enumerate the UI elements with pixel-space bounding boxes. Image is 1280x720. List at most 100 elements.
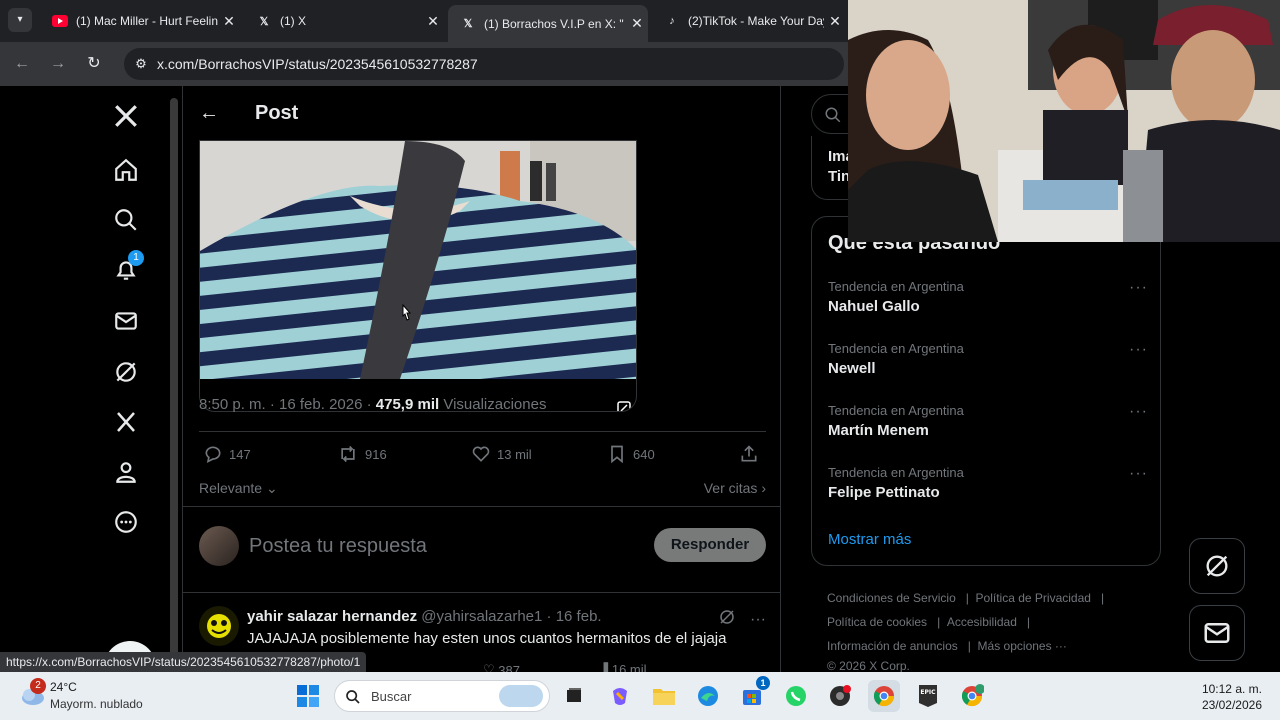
whatsapp-icon[interactable]	[780, 680, 812, 712]
clock-date: 23/02/2026	[1201, 698, 1262, 712]
trend-category: Tendencia en Argentina	[828, 465, 964, 480]
chevron-down-icon: ⌄	[265, 480, 278, 496]
trends-panel: Qué está pasando Tendencia en Argentina …	[811, 216, 1161, 566]
edge-browser-icon[interactable]	[692, 680, 724, 712]
reply-author: yahir salazar hernandez @yahirsalazarhe1…	[247, 608, 602, 625]
reply-bubble-icon	[205, 446, 221, 464]
left-scrollbar[interactable]	[168, 86, 180, 672]
reply-button[interactable]: Responder	[654, 528, 766, 562]
more-options-icon[interactable]: ···	[750, 611, 766, 629]
more-options-icon[interactable]	[108, 504, 144, 540]
reply-text: JAJAJAJA posiblemente hay esten unos cua…	[247, 630, 727, 647]
close-tab-icon[interactable]: ✕	[218, 13, 240, 30]
reply-input[interactable]: Postea tu respuesta	[249, 535, 427, 558]
reply-action[interactable]: 147	[203, 444, 251, 464]
divider	[199, 431, 766, 432]
home-icon[interactable]	[108, 152, 144, 188]
repost-action[interactable]: 916	[337, 444, 387, 464]
peek-text: Tin	[828, 168, 851, 185]
heart-icon	[472, 446, 490, 462]
url-bar[interactable]: ⚙ x.com/BorrachosVIP/status/202354561053…	[124, 48, 844, 80]
trend-category: Tendencia en Argentina	[828, 279, 964, 294]
weather-widget[interactable]: 2	[18, 678, 46, 713]
grok-icon[interactable]	[718, 608, 736, 631]
more-options-icon[interactable]: ···	[1129, 279, 1148, 297]
accessibility-link[interactable]: Accesibilidad	[947, 615, 1017, 629]
more-options-icon[interactable]: ···	[1129, 341, 1148, 359]
author-name[interactable]: yahir salazar hernandez	[247, 608, 417, 625]
back-arrow-icon[interactable]: ←	[10, 52, 34, 76]
trend-item[interactable]: Tendencia en Argentina Martín Menem ···	[828, 403, 1148, 453]
chrome-profile-icon[interactable]	[956, 680, 988, 712]
url-text: x.com/BorrachosVIP/status/20235456105327…	[157, 56, 478, 72]
tab-tiktok[interactable]: ♪ (2)TikTok - Make Your Day ✕	[652, 6, 846, 36]
post-photo[interactable]	[199, 140, 637, 412]
photo-tag-icon[interactable]	[610, 394, 636, 411]
avatar[interactable]	[199, 606, 239, 646]
ads-info-link[interactable]: Información de anuncios	[827, 639, 958, 653]
x-logo-icon[interactable]	[108, 98, 144, 134]
chrome-active-icon[interactable]	[868, 680, 900, 712]
trend-category: Tendencia en Argentina	[828, 341, 964, 356]
author-handle[interactable]: @yahirsalazarhe1 · 16 feb.	[421, 608, 601, 625]
bookmark-action[interactable]: 640	[607, 444, 655, 464]
file-explorer-icon[interactable]	[648, 680, 680, 712]
messages-mail-icon[interactable]	[108, 303, 144, 339]
more-options-icon[interactable]: ···	[1129, 465, 1148, 483]
post-header: ← Post	[183, 86, 780, 140]
premium-x-icon[interactable]	[108, 404, 144, 440]
tab-x-post-active[interactable]: 𝕏 (1) Borrachos V.I.P en X: " ✕	[448, 5, 648, 42]
profile-person-icon[interactable]	[108, 454, 144, 490]
trend-item[interactable]: Tendencia en Argentina Newell ···	[828, 341, 1148, 391]
grok-icon[interactable]	[108, 354, 144, 390]
copilot-icon[interactable]	[604, 680, 636, 712]
views-count: 475,9 mil	[375, 396, 440, 413]
explore-search-icon[interactable]	[108, 202, 144, 238]
reply-views-action[interactable]: ▐ 16 mil	[599, 662, 647, 672]
more-options-link[interactable]: Más opciones ···	[978, 639, 1067, 653]
close-tab-icon[interactable]: ✕	[422, 13, 444, 30]
tab-x-home[interactable]: 𝕏 (1) X ✕	[244, 6, 444, 36]
reply-like-action[interactable]: ♡ 387	[483, 662, 520, 672]
weather-desc: Mayorm. nublado	[50, 697, 143, 711]
reload-icon[interactable]: ↻	[82, 52, 106, 76]
tiktok-icon: ♪	[669, 15, 675, 27]
avatar[interactable]	[199, 526, 239, 566]
cookies-link[interactable]: Política de cookies	[827, 615, 927, 629]
grok-fab-button[interactable]	[1189, 538, 1245, 594]
show-more-link[interactable]: Mostrar más	[828, 531, 911, 548]
sort-dropdown[interactable]: Relevante ⌄	[199, 480, 278, 496]
terms-link[interactable]: Condiciones de Servicio	[827, 591, 956, 605]
tab-youtube[interactable]: (1) Mac Miller - Hurt Feelings ✕	[40, 6, 240, 36]
tab-title: (1) Borrachos V.I.P en X: "	[484, 16, 624, 31]
notifications-bell-icon[interactable]: 1	[108, 250, 144, 288]
chevron-right-icon: ›	[761, 480, 766, 496]
microsoft-store-icon[interactable]: 1	[736, 676, 770, 712]
right-scrollbar[interactable]	[1266, 242, 1280, 672]
more-options-icon[interactable]: ···	[1129, 403, 1148, 421]
windows-start-icon[interactable]	[292, 680, 324, 712]
forward-arrow-icon[interactable]: →	[46, 52, 70, 76]
epic-games-icon[interactable]: EPIC	[912, 680, 944, 712]
back-arrow-icon[interactable]: ←	[199, 102, 219, 125]
messages-fab-button[interactable]	[1189, 605, 1245, 661]
site-settings-icon[interactable]: ⚙	[132, 55, 150, 73]
search-icon	[346, 690, 360, 704]
trend-name: Nahuel Gallo	[828, 298, 920, 315]
recording-app-icon[interactable]	[824, 680, 856, 712]
share-action[interactable]	[739, 444, 765, 464]
system-clock[interactable]: 10:12 a. m. 23/02/2026	[1202, 681, 1262, 713]
trend-item[interactable]: Tendencia en Argentina Nahuel Gallo ···	[828, 279, 1148, 329]
trend-item[interactable]: Tendencia en Argentina Felipe Pettinato …	[828, 465, 1148, 515]
post-time[interactable]: 8:50 p. m. · 16 feb. 2026 ·	[199, 396, 376, 413]
taskbar-search-input[interactable]: Buscar	[334, 680, 550, 712]
reply-top-icons: ···	[718, 608, 766, 631]
close-tab-icon[interactable]: ✕	[626, 15, 648, 32]
task-view-icon[interactable]	[558, 680, 590, 712]
tab-search-button[interactable]: ▾	[8, 8, 32, 32]
privacy-link[interactable]: Política de Privacidad	[976, 591, 1091, 605]
view-quotes-link[interactable]: Ver citas ›	[704, 480, 766, 496]
like-action[interactable]: 13 mil	[471, 444, 532, 464]
post-actions: 147 916 13 mil 640	[199, 444, 766, 470]
close-tab-icon[interactable]: ✕	[824, 13, 846, 30]
